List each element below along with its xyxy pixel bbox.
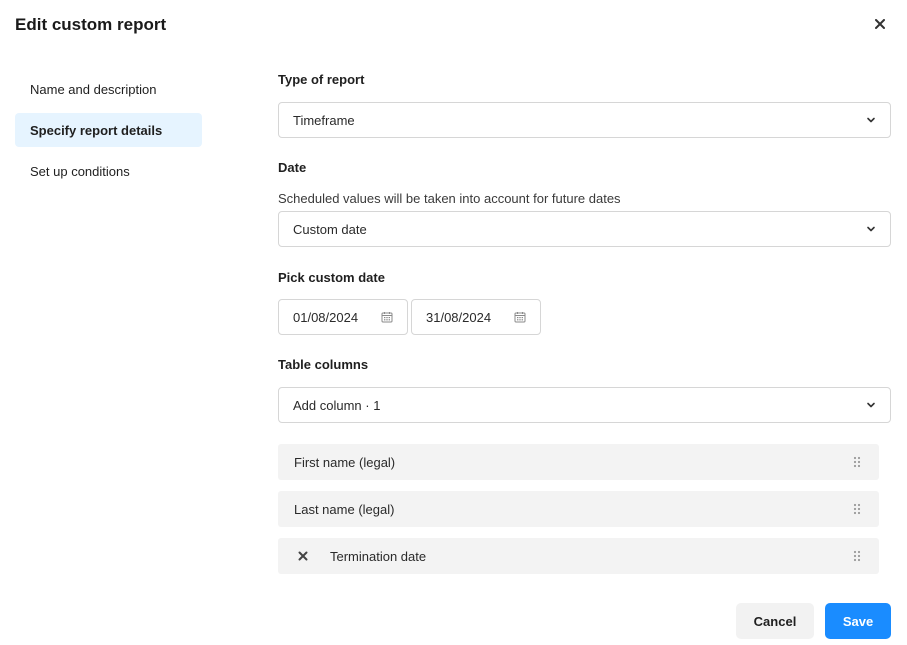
sidebar-item-label: Specify report details [30,122,163,138]
sidebar-nav: Name and description Specify report deta… [15,72,202,195]
chevron-down-icon [867,402,875,408]
date-select[interactable]: Custom date [278,211,891,247]
calendar-icon [514,312,526,323]
dialog-title: Edit custom report [15,15,167,34]
start-date-input[interactable]: 01/08/2024 [278,299,408,335]
sidebar-item-label: Set up conditions [30,163,130,179]
end-date-input[interactable]: 31/08/2024 [411,299,541,335]
date-help-text: Scheduled values will be taken into acco… [278,191,621,206]
type-of-report-select[interactable]: Timeframe [278,102,891,138]
remove-column-icon[interactable] [297,550,309,562]
start-date-value: 01/08/2024 [293,309,359,325]
column-item-label: Termination date [330,548,427,564]
column-item-first-name[interactable]: First name (legal) [278,444,879,480]
column-item-last-name[interactable]: Last name (legal) [278,491,879,527]
sidebar-item-specify-report-details[interactable]: Specify report details [15,113,202,147]
sidebar-item-label: Name and description [30,81,157,97]
drag-handle-icon[interactable] [853,503,861,515]
sidebar-item-set-up-conditions[interactable]: Set up conditions [15,154,202,188]
column-item-label: First name (legal) [294,454,396,470]
date-label: Date [278,160,307,175]
drag-handle-icon[interactable] [853,550,861,562]
sidebar-item-name-and-description[interactable]: Name and description [15,72,202,106]
add-column-select[interactable]: Add column · 1 [278,387,891,423]
column-item-termination-date[interactable]: Termination date [278,538,879,574]
custom-date-label: Pick custom date [278,270,385,285]
close-icon [875,19,885,29]
table-columns-label: Table columns [278,357,369,372]
chevron-down-icon [867,117,875,123]
date-value: Custom date [293,221,367,237]
save-button[interactable]: Save [825,603,891,639]
chevron-down-icon [867,226,875,232]
add-column-value: Add column · 1 [293,397,381,413]
column-item-label: Last name (legal) [294,501,395,517]
close-button[interactable] [870,14,890,34]
type-of-report-label: Type of report [278,72,365,87]
end-date-value: 31/08/2024 [426,309,492,325]
type-of-report-value: Timeframe [293,112,355,128]
cancel-button[interactable]: Cancel [736,603,814,639]
drag-handle-icon[interactable] [853,456,861,468]
calendar-icon [381,312,393,323]
